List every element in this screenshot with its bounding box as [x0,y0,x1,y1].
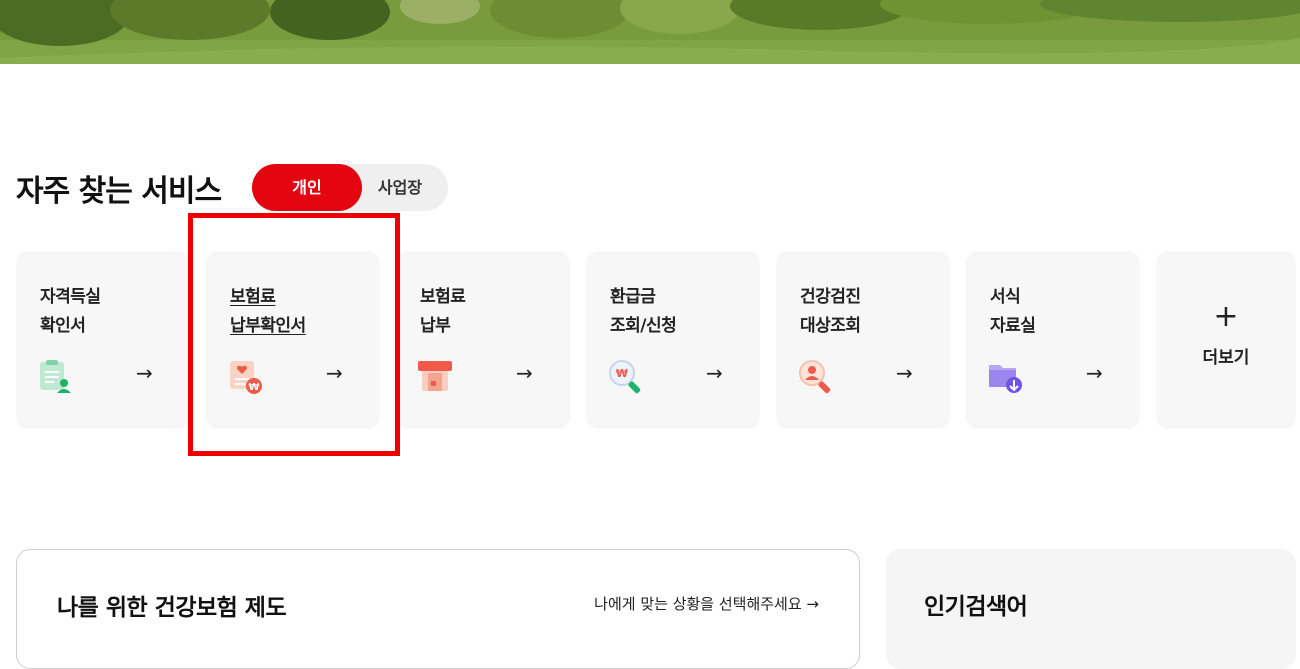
service-type-toggle: 개인 사업장 [252,164,448,211]
arrow-right-icon: → [326,361,343,385]
service-card-label: 자격득실 확인서 [40,287,101,336]
service-card-payment[interactable]: 보험료 납부 → [396,251,570,429]
certificate-won-icon: ₩ [230,361,262,394]
service-card-label: 서식 자료실 [990,287,1036,336]
svg-text:₩: ₩ [248,382,259,393]
service-card-label: 건강검진 대상조회 [800,287,861,336]
search-won-icon: ₩ [609,360,641,394]
document-person-icon [40,360,71,393]
popular-search-panel: 인기검색어 [886,549,1296,669]
plus-icon: + [1213,299,1239,334]
panel-title: 나를 위한 건강보험 제도 [57,595,287,621]
folder-download-icon [989,365,1022,393]
service-card-forms[interactable]: 서식 자료실 → [966,251,1140,429]
service-card-label: 환급금 조회/신청 [610,287,677,336]
svg-text:₩: ₩ [616,367,628,380]
search-person-icon [799,360,831,394]
service-card-label: 보험료 납부확인서 [230,287,306,336]
hero-banner-image [0,0,1300,64]
service-card-label: 보험료 납부 [420,287,466,336]
service-card-health-checkup[interactable]: 건강검진 대상조회 → [776,251,950,429]
service-card-payment-certificate[interactable]: 보험료 납부확인서 ₩ → [206,251,380,429]
arrow-right-icon: → [516,361,533,385]
service-card-qualification[interactable]: 자격득실 확인서 → [16,251,190,429]
section-title: 자주 찾는 서비스 [16,174,222,209]
select-situation-link[interactable]: 나에게 맞는 상황을 선택해주세요 → [594,593,819,614]
toggle-personal[interactable]: 개인 [252,164,362,211]
arrow-right-icon: → [706,361,723,385]
toggle-business[interactable]: 사업장 [360,164,440,211]
more-services-button[interactable]: + 더보기 [1156,251,1296,429]
arrow-right-icon: → [896,361,913,385]
health-insurance-panel: 나를 위한 건강보험 제도 나에게 맞는 상황을 선택해주세요 → [16,549,860,669]
panel-title: 인기검색어 [924,594,1028,620]
service-card-refund[interactable]: 환급금 조회/신청 ₩ → [586,251,760,429]
arrow-right-icon: → [1086,361,1103,385]
card-payment-icon [418,361,452,391]
arrow-right-icon: → [136,361,153,385]
more-label: 더보기 [1202,348,1250,368]
